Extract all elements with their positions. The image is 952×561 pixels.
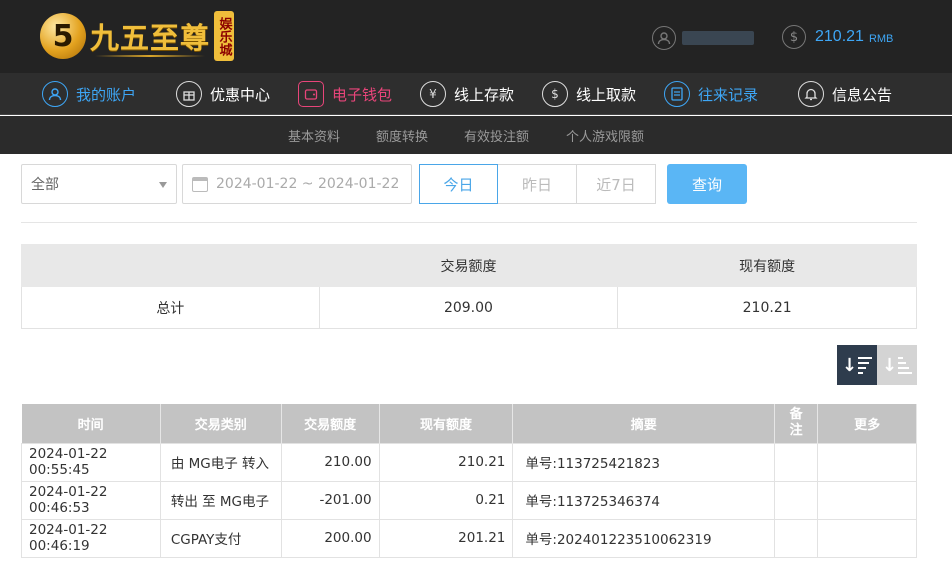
logo-sub: 娱乐城 [214, 11, 235, 61]
col-header-type[interactable]: 交易类别 [160, 404, 282, 443]
subnav-credit-transfer[interactable]: 额度转换 [376, 126, 428, 145]
nav-label: 优惠中心 [210, 85, 271, 104]
sort-desc-button[interactable]: ↓ [837, 345, 877, 385]
subnav-valid-bets[interactable]: 有效投注额 [464, 126, 529, 145]
summary-table: 交易额度 现有额度 总计 209.00 210.21 [21, 244, 917, 329]
nav-label: 线上存款 [454, 85, 515, 104]
cell-note [774, 442, 819, 482]
date-range-value: 2024-01-22 ~ 2024-01-22 [216, 176, 400, 192]
sub-nav: 基本资料 额度转换 有效投注额 个人游戏限额 [0, 116, 952, 154]
col-header-balance[interactable]: 现有额度 [379, 404, 514, 443]
cell-amount: 200.00 [280, 518, 380, 558]
top-header: 5 九五至尊 娱乐城 $ 210.21 RMB [0, 0, 952, 73]
cell-time: 2024-01-22 00:46:19 [21, 518, 161, 558]
cell-summary: 单号:113725421823 [512, 442, 776, 482]
col-header-more[interactable]: 更多 [817, 404, 917, 443]
coin-icon: $ [782, 25, 806, 49]
cell-more[interactable] [817, 480, 917, 520]
chevron-down-icon [159, 182, 167, 188]
quick-today-button[interactable]: 今日 [419, 164, 498, 204]
divider [21, 222, 917, 223]
nav-withdraw[interactable]: $ 线上取款 [542, 79, 636, 109]
balance-box: $ 210.21 RMB [782, 25, 893, 49]
cell-amount: -201.00 [280, 480, 380, 520]
balance-amount: 210.21 [815, 28, 864, 45]
table-row: 2024-01-22 00:46:19 CGPAY支付 200.00 201.2… [21, 518, 917, 558]
subnav-game-limits[interactable]: 个人游戏限额 [566, 126, 644, 145]
sort-asc-icon: ↓ [882, 355, 913, 376]
cell-time: 2024-01-22 00:46:53 [21, 480, 161, 520]
quick-yesterday-button[interactable]: 昨日 [498, 164, 577, 204]
nav-label: 线上取款 [576, 85, 637, 104]
cell-type: 由 MG电子 转入 [159, 442, 282, 482]
deposit-icon: ¥ [420, 81, 446, 107]
col-header-note[interactable]: 备注 [774, 404, 819, 443]
summary-cell: 210.21 [617, 286, 917, 329]
nav-announcements[interactable]: 信息公告 [798, 79, 892, 109]
records-table: 时间 交易类别 交易额度 现有额度 摘要 备注 更多 2024-01-22 00… [21, 404, 917, 558]
wallet-icon [298, 81, 324, 107]
cell-note [774, 518, 819, 558]
col-header-time[interactable]: 时间 [21, 404, 161, 443]
cell-more[interactable] [817, 518, 917, 558]
user-icon [42, 81, 68, 107]
gift-icon [176, 81, 202, 107]
date-range-input[interactable]: 2024-01-22 ~ 2024-01-22 [182, 164, 412, 204]
logo-flourish [95, 55, 205, 57]
nav-promotions[interactable]: 优惠中心 [176, 79, 270, 109]
records-header-row: 时间 交易类别 交易额度 现有额度 摘要 备注 更多 [21, 404, 917, 443]
record-icon [664, 81, 690, 107]
nav-records[interactable]: 往来记录 [664, 79, 758, 109]
cell-type: CGPAY支付 [159, 518, 282, 558]
cell-time: 2024-01-22 00:55:45 [21, 442, 161, 482]
user-box[interactable] [652, 26, 754, 50]
nav-label: 我的账户 [76, 85, 137, 104]
quick-7days-button[interactable]: 近7日 [577, 164, 656, 204]
summary-cell: 总计 [21, 286, 320, 329]
subnav-basic-info[interactable]: 基本资料 [288, 126, 340, 145]
summary-header-cell [21, 244, 320, 287]
summary-header-row: 交易额度 现有额度 [21, 244, 917, 287]
table-row: 2024-01-22 00:55:45 由 MG电子 转入 210.00 210… [21, 442, 917, 482]
nav-label: 电子钱包 [332, 85, 393, 104]
nav-deposit[interactable]: ¥ 线上存款 [420, 79, 514, 109]
summary-header-cell: 交易额度 [318, 244, 619, 287]
nav-label: 信息公告 [832, 85, 893, 104]
username-masked [682, 31, 754, 45]
cell-more[interactable] [817, 442, 917, 482]
summary-cell: 209.00 [318, 286, 619, 329]
nav-my-account[interactable]: 我的账户 [42, 79, 136, 109]
cell-balance: 201.21 [378, 518, 514, 558]
cell-note [774, 480, 819, 520]
calendar-icon [192, 176, 208, 192]
summary-header-cell: 现有额度 [617, 244, 917, 287]
cell-summary: 单号:202401223510062319 [512, 518, 776, 558]
sort-desc-icon: ↓ [842, 355, 873, 376]
cell-type: 转出 至 MG电子 [159, 480, 282, 520]
withdraw-icon: $ [542, 81, 568, 107]
cell-balance: 0.21 [378, 480, 514, 520]
col-header-amount[interactable]: 交易额度 [281, 404, 380, 443]
balance-unit: RMB [868, 32, 894, 45]
user-avatar-icon [652, 26, 676, 50]
sort-asc-button[interactable]: ↓ [877, 345, 917, 385]
main-nav: 我的账户 优惠中心 电子钱包 ¥ 线上存款 $ 线上取款 往来记录 信息公告 [0, 73, 952, 115]
cell-balance: 210.21 [378, 442, 514, 482]
summary-total-row: 总计 209.00 210.21 [21, 286, 917, 329]
nav-e-wallet[interactable]: 电子钱包 [298, 79, 392, 109]
logo-badge: 5 [40, 13, 86, 59]
cell-amount: 210.00 [280, 442, 380, 482]
cell-summary: 单号:113725346374 [512, 480, 776, 520]
nav-label: 往来记录 [698, 85, 759, 104]
type-select-value: 全部 [31, 177, 59, 193]
col-header-summary[interactable]: 摘要 [512, 404, 776, 443]
logo-text: 九五至尊 [90, 21, 211, 55]
bell-icon [798, 81, 824, 107]
table-row: 2024-01-22 00:46:53 转出 至 MG电子 -201.00 0.… [21, 480, 917, 520]
type-select[interactable]: 全部 [21, 164, 177, 204]
query-button[interactable]: 查询 [667, 164, 747, 204]
